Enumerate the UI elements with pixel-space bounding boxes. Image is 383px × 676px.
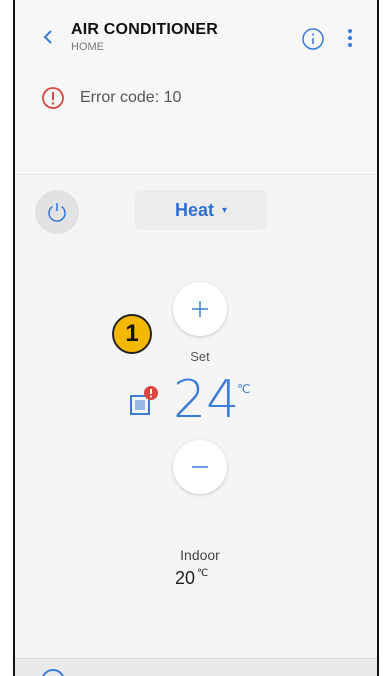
info-icon (302, 28, 324, 50)
callout-badge: 1 (112, 314, 152, 354)
alert-circle-icon (42, 87, 64, 109)
back-button[interactable] (39, 27, 59, 47)
more-options-button[interactable] (345, 27, 355, 51)
temperature-unit: ℃ (237, 382, 251, 396)
bottom-bar (15, 658, 377, 676)
page-subtitle: HOME (71, 41, 104, 53)
minus-icon (192, 466, 208, 468)
set-label: Set (190, 349, 210, 364)
page-title: AIR CONDITIONER (71, 21, 218, 38)
air-conditioner-status-icon (129, 384, 159, 418)
set-temperature-value: 24 (173, 370, 240, 430)
mode-label: Heat (174, 199, 214, 220)
increase-temperature-button[interactable] (173, 282, 227, 336)
more-vertical-icon (348, 29, 352, 33)
power-icon (48, 203, 66, 222)
decrease-temperature-button[interactable] (173, 440, 227, 494)
plus-icon (192, 301, 208, 317)
info-button[interactable] (301, 27, 325, 51)
power-button[interactable] (35, 190, 79, 234)
mode-dropdown[interactable]: Heat ▾ (135, 190, 267, 230)
indoor-temperature-value: 20 (175, 568, 196, 588)
indoor-temperature-unit: ℃ (197, 568, 209, 579)
indoor-label: Indoor (180, 547, 220, 563)
header: AIR CONDITIONER HOME Error code: 10 (15, 0, 377, 175)
divider (15, 174, 377, 175)
app-screen: AIR CONDITIONER HOME Error code: 10 Heat… (13, 0, 379, 676)
circle-icon[interactable] (41, 669, 65, 676)
chevron-left-icon (43, 30, 52, 44)
error-message: Error code: 10 (80, 89, 182, 106)
chevron-down-icon: ▾ (221, 204, 228, 216)
error-row: Error code: 10 (41, 85, 181, 111)
indoor-temperature: 20 ℃ (175, 568, 208, 589)
